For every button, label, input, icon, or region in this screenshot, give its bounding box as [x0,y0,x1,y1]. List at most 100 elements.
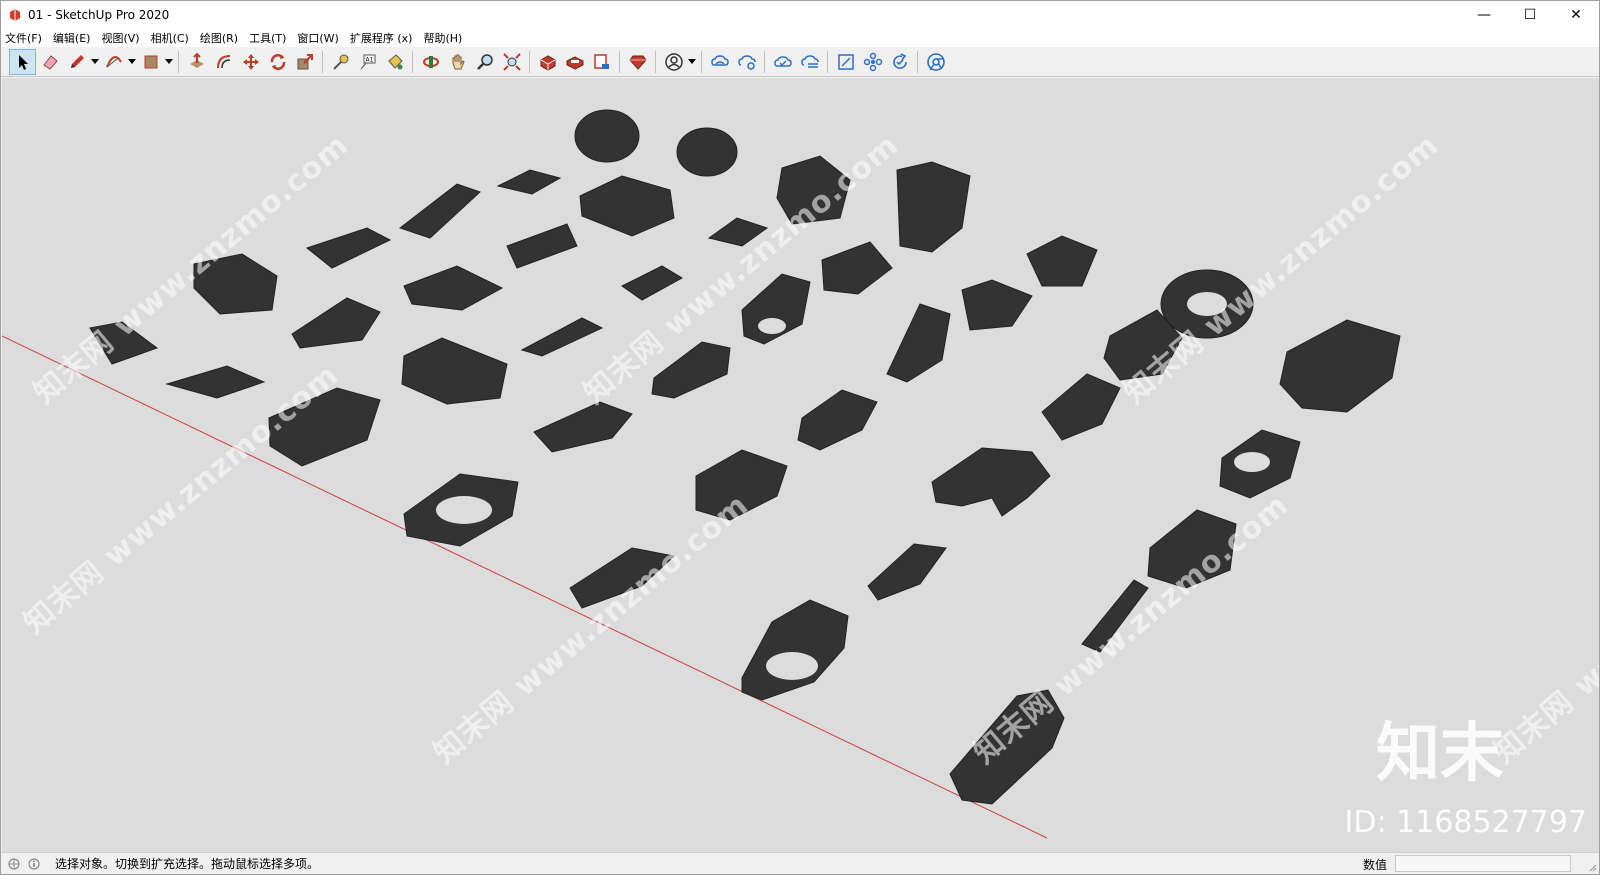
model-hole [766,652,818,680]
extension-warehouse-icon [566,55,583,70]
menu-window[interactable]: 窗口(W) [297,30,338,46]
menu-draw[interactable]: 绘图(R) [200,30,238,46]
components-button[interactable] [859,49,886,75]
chrome-icon [926,52,945,71]
geolocation-icon[interactable] [7,857,21,871]
tape-measure-tool-button[interactable] [327,49,354,75]
model-part [533,401,633,453]
arc-tool-button[interactable] [100,49,127,75]
menu-file[interactable]: 文件(F) [5,30,42,46]
refresh-button[interactable] [886,49,913,75]
zoom-tool-button[interactable] [471,49,498,75]
model-part [496,169,562,195]
account-dropdown[interactable] [687,49,697,75]
sketchup-window: 01 - SketchUp Pro 2020 — ☐ ✕ 文件(F) 编辑(E)… [0,0,1600,875]
trimble-share-button[interactable] [733,49,760,75]
model-part [1041,373,1121,441]
warehouse-button[interactable] [534,49,561,75]
model-part [867,543,947,601]
model-part [574,109,640,163]
maximize-button[interactable]: ☐ [1507,1,1553,29]
scale-icon [297,53,313,69]
chevron-down-icon [165,58,173,64]
ruby-console-icon [628,55,647,70]
offset-icon [216,54,230,68]
orbit-tool-button[interactable] [417,49,444,75]
info-icon[interactable] [27,857,41,871]
scale-tool-button[interactable] [291,49,318,75]
measurements-label: 数值 [1362,858,1387,872]
model-part [931,447,1051,517]
zoom-icon [476,53,493,70]
send-to-layout-button[interactable] [588,49,615,75]
send-to-layout-icon [593,53,609,69]
pan-icon [452,54,465,69]
menu-edit[interactable]: 编辑(E) [53,30,91,46]
model-part [401,337,508,405]
rotate-tool-button[interactable] [264,49,291,75]
sketchup-logo-icon [10,9,20,21]
brand-id: ID: 1168527797 [1344,805,1587,840]
bounding-box-icon [837,53,854,70]
model-part [398,183,481,239]
chrome-button[interactable] [922,49,949,75]
menu-extensions[interactable]: 扩展程序 (x) [350,30,413,46]
toolbar-separator [412,50,413,73]
bounding-box-button[interactable] [832,49,859,75]
model-part [291,297,381,349]
pencil-tool-button[interactable] [63,49,90,75]
offset-tool-button[interactable] [210,49,237,75]
zoom-extents-icon [502,52,521,71]
trimble-connect-button[interactable] [706,49,733,75]
toolbar-separator [178,50,179,73]
extension-warehouse-button[interactable] [561,49,588,75]
move-tool-button[interactable] [237,49,264,75]
model-part [403,265,504,311]
eraser-tool-button[interactable] [36,49,63,75]
push-pull-tool-button[interactable] [183,49,210,75]
text-tool-button[interactable]: A1 [354,49,381,75]
rotate-icon [270,53,285,70]
arc-dropdown[interactable] [127,49,137,75]
account-icon [664,52,683,71]
toolbar-separator [619,50,620,73]
window-title: 01 - SketchUp Pro 2020 [28,8,170,22]
model-part [1279,319,1401,413]
cloud-upload-icon [800,54,819,68]
resize-grip-icon[interactable] [1587,862,1597,872]
toolbar-separator [917,50,918,73]
rectangle-tool-button[interactable] [137,49,164,75]
chevron-down-icon [128,58,136,64]
model-part [506,223,578,269]
paint-bucket-tool-button[interactable] [381,49,408,75]
chevron-down-icon [91,58,99,64]
menu-help[interactable]: 帮助(H) [423,30,462,46]
rectangle-icon [144,55,157,68]
pan-tool-button[interactable] [444,49,471,75]
menu-tools[interactable]: 工具(T) [249,30,286,46]
close-button[interactable]: ✕ [1553,1,1599,29]
toolbar-separator [701,50,702,73]
toolbar-separator [764,50,765,73]
cloud-upload-button[interactable] [796,49,823,75]
menu-camera[interactable]: 相机(C) [151,30,189,46]
move-icon [242,53,259,70]
measurements-input[interactable] [1395,855,1571,872]
pencil-dropdown[interactable] [90,49,100,75]
ruby-console-button[interactable] [624,49,651,75]
model-viewport[interactable]: 知末网 www.znzmo.com 知末网 www.znzmo.com 知末网 … [2,78,1599,852]
model-part [1026,235,1098,287]
menu-view[interactable]: 视图(V) [101,30,139,46]
account-button[interactable] [660,49,687,75]
cloud-sync-button[interactable] [769,49,796,75]
select-tool-button[interactable] [9,48,36,75]
minimize-button[interactable]: — [1461,1,1507,29]
main-toolbar: A1 [1,47,1599,77]
text-icon: A1 [360,54,375,69]
menu-bar: 文件(F) 编辑(E) 视图(V) 相机(C) 绘图(R) 工具(T) 窗口(W… [1,29,1599,47]
tape-measure-icon [332,54,348,70]
rectangle-dropdown[interactable] [164,49,174,75]
select-icon [18,54,28,70]
model-part [165,365,266,399]
zoom-extents-tool-button[interactable] [498,49,525,75]
